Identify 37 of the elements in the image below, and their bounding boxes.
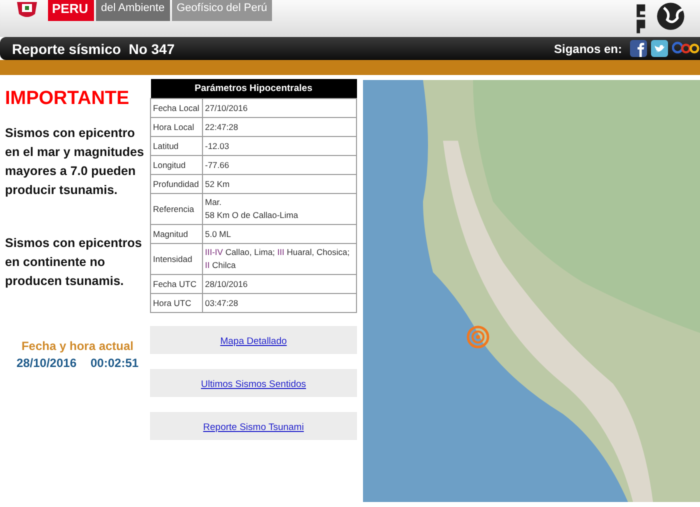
table-cell: Fecha Local: [150, 98, 202, 118]
bird-icon[interactable]: [651, 40, 668, 57]
table-cell: Hora UTC: [150, 294, 202, 312]
table-cell: Longitud: [150, 156, 202, 174]
table-cell: Referencia: [150, 194, 202, 224]
table-cell: 5.0 ML: [202, 224, 356, 244]
epicenter-marker-icon: [466, 325, 490, 349]
table-cell: 03:47:28: [202, 294, 356, 312]
follow-label: Siganos en:: [554, 42, 622, 56]
current-date: 28/10/2016: [16, 356, 76, 370]
table-cell: 22:47:28: [202, 118, 356, 136]
ministry-label: del Ambiente: [96, 0, 170, 21]
table-cell: Hora Local: [150, 118, 202, 136]
page-link[interactable]: Mapa Detallado: [220, 336, 287, 347]
table-cell: Intensidad: [150, 244, 202, 274]
table-cell: Fecha UTC: [150, 274, 202, 294]
report-title: Reporte sísmico No 347: [12, 40, 175, 56]
clock-label: Fecha y hora actual: [20, 339, 135, 353]
page-link[interactable]: Reporte Sismo Tsunami: [203, 422, 304, 433]
table-cell: 52 Km: [202, 174, 356, 194]
table-cell: Magnitud: [150, 224, 202, 244]
notice-paragraph: Sismos con epicentro en el mar y magnitudes mayores a 7.0 pueden producir tsunamis.: [5, 125, 145, 199]
notice-heading: IMPORTANTE: [5, 88, 130, 110]
notice-paragraph: Sismos con epicentros en continente no producen tsunamis.: [5, 235, 143, 290]
current-time: 00:02:51: [90, 356, 139, 370]
facebook-icon[interactable]: [630, 40, 647, 57]
table-title: Parámetros Hipocentrales: [150, 79, 356, 98]
table-cell: III-IV Callao, Lima; III Huaral, Chosica; II Chilca: [202, 244, 356, 274]
table-cell: -12.03: [202, 136, 356, 156]
institute-label: Geofísico del Perú: [172, 0, 272, 21]
table-cell: 27/10/2016: [202, 98, 356, 118]
table-cell: Mar. 58 Km O de Callao-Lima: [202, 194, 356, 224]
peru-label: PERU: [48, 0, 94, 21]
table-cell: Profundidad: [150, 174, 202, 194]
table-cell: 28/10/2016: [202, 274, 356, 294]
table-cell: Latitud: [150, 136, 202, 156]
table-cell: -77.66: [202, 156, 356, 174]
